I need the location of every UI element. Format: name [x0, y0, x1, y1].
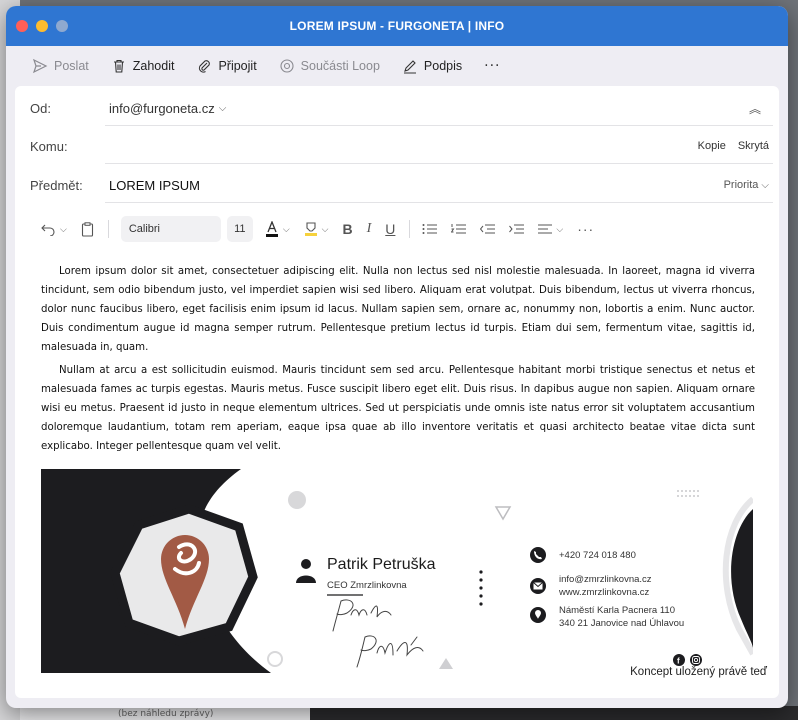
increase-indent-button[interactable] [509, 223, 525, 235]
subject-label: Předmět: [30, 177, 83, 193]
align-left-icon [538, 224, 553, 234]
phone-icon [530, 547, 546, 563]
compose-toolbar: Poslat Zahodit Připojit Součásti Loop Po… [6, 46, 788, 86]
divider [105, 125, 773, 126]
chevron-down-icon: ⌵ [282, 223, 290, 234]
recipient-actions: Kopie Skrytá [698, 140, 769, 152]
send-label: Poslat [54, 59, 89, 73]
signature-name: Patrik Petruška [327, 556, 436, 573]
instagram-icon [690, 654, 702, 666]
highlighter-icon [304, 222, 317, 236]
trash-icon [113, 59, 124, 73]
to-input[interactable] [109, 134, 659, 158]
compose-window: LOREM IPSUM - FURGONETA | INFO Poslat Za… [6, 6, 788, 708]
body-paragraph: Nullam at arcu a est sollicitudin euismo… [41, 365, 755, 452]
more-options-button[interactable]: ··· [484, 58, 500, 74]
signature-web[interactable]: www.zmrzlinkovna.cz [559, 586, 649, 599]
highlight-button[interactable]: ⌵ [304, 221, 329, 237]
svg-text:f: f [677, 657, 680, 666]
body-paragraph: Lorem ipsum dolor sit amet, consectetuer… [41, 266, 755, 353]
signature-email[interactable]: info@zmrzlinkovna.cz [559, 573, 652, 586]
chevron-down-icon: ⌵ [556, 223, 564, 234]
separator [409, 220, 411, 238]
title-bar[interactable]: LOREM IPSUM - FURGONETA | INFO [6, 6, 788, 46]
draft-saved-status: Koncept uložený právě teď [630, 666, 767, 678]
paperclip-icon [199, 60, 211, 73]
compose-area: Od: info@furgoneta.cz ⌵ ︽ Komu: Kopie Sk… [15, 86, 779, 698]
attach-button[interactable]: Připojit [196, 58, 257, 74]
handwritten-signature [332, 599, 424, 668]
message-body[interactable]: Lorem ipsum dolor sit amet, consectetuer… [41, 262, 755, 460]
underline-button[interactable]: U [385, 221, 395, 237]
formatting-toolbar: ⌵ Calibri 11 ⌵ ⌵ B I U ⌵ ··· [15, 213, 779, 245]
zoom-window-button[interactable] [56, 20, 68, 32]
numbered-list-button[interactable] [451, 223, 467, 235]
priority-button[interactable]: Priorita ⌵ [724, 179, 769, 191]
font-color-button[interactable]: ⌵ [265, 221, 290, 237]
email-signature: f Patrik Petruška CEO Zmrzlinkovna +420 … [41, 469, 753, 673]
signature-address-line2: 340 21 Janovice nad Úhlavou [559, 618, 685, 629]
bcc-button[interactable]: Skrytá [738, 140, 769, 152]
collapse-header-icon[interactable]: ︽ [749, 100, 761, 117]
loop-label: Součásti Loop [300, 59, 380, 73]
signature-address-line1: Náměstí Karla Pacnera 110 [559, 605, 675, 616]
subject-row: Předmět: LOREM IPSUM Priorita ⌵ [15, 167, 779, 203]
email-icon [530, 578, 546, 594]
chevron-down-icon: ⌵ [761, 179, 769, 191]
to-row: Komu: Kopie Skrytá [15, 128, 779, 164]
send-icon [32, 58, 48, 74]
window-controls [16, 20, 68, 32]
divider [105, 202, 773, 203]
close-window-button[interactable] [16, 20, 28, 32]
minimize-window-button[interactable] [36, 20, 48, 32]
numbered-list-icon [451, 224, 467, 234]
signature-button[interactable]: Podpis [402, 58, 462, 74]
facebook-icon: f [673, 654, 685, 666]
from-row: Od: info@furgoneta.cz ⌵ ︽ [15, 90, 779, 126]
font-color-icon [265, 221, 278, 237]
to-label: Komu: [30, 138, 68, 154]
outdent-icon [480, 224, 496, 234]
undo-button[interactable]: ⌵ [41, 222, 67, 236]
background-hint-text: (bez náhledu zprávy) [118, 709, 214, 719]
subject-input[interactable]: LOREM IPSUM [109, 178, 200, 193]
cc-button[interactable]: Kopie [698, 140, 726, 152]
chevron-down-icon: ⌵ [60, 223, 67, 234]
attach-label: Připojit [218, 59, 257, 73]
decrease-indent-button[interactable] [480, 223, 496, 235]
font-size-select[interactable]: 11 [226, 216, 253, 242]
priority-label: Priorita [723, 179, 759, 191]
more-formatting-button[interactable]: ··· [577, 221, 594, 237]
separator [107, 220, 109, 238]
discard-button[interactable]: Zahodit [111, 58, 175, 74]
loop-icon [280, 59, 294, 73]
signature-label: Podpis [423, 59, 463, 73]
chevron-down-icon: ⌵ [218, 102, 227, 114]
font-family-select[interactable]: Calibri [120, 216, 221, 242]
from-selector[interactable]: info@furgoneta.cz ⌵ [109, 101, 226, 116]
window-title: LOREM IPSUM - FURGONETA | INFO [289, 19, 505, 33]
align-button[interactable]: ⌵ [538, 223, 563, 235]
signature-role: CEO Zmrzlinkovna [327, 580, 407, 591]
bullet-list-icon [422, 224, 438, 234]
bullet-list-button[interactable] [422, 223, 438, 235]
person-icon [296, 559, 316, 583]
bold-button[interactable]: B [342, 221, 352, 237]
divider [105, 163, 773, 164]
indent-icon [509, 224, 525, 234]
discard-label: Zahodit [132, 59, 175, 73]
from-label: Od: [30, 100, 51, 116]
paste-button[interactable] [81, 221, 94, 237]
clipboard-icon [81, 221, 93, 237]
background-dark-area [310, 706, 798, 720]
chevron-down-icon: ⌵ [321, 223, 329, 234]
italic-button[interactable]: I [367, 221, 372, 237]
undo-icon [41, 224, 55, 236]
loop-components-button[interactable]: Součásti Loop [279, 58, 380, 74]
signature-phone: +420 724 018 480 [559, 550, 636, 561]
pen-signature-icon [403, 60, 416, 74]
send-button[interactable]: Poslat [32, 58, 89, 74]
location-pin-icon [530, 607, 546, 623]
from-address: info@furgoneta.cz [109, 100, 215, 116]
